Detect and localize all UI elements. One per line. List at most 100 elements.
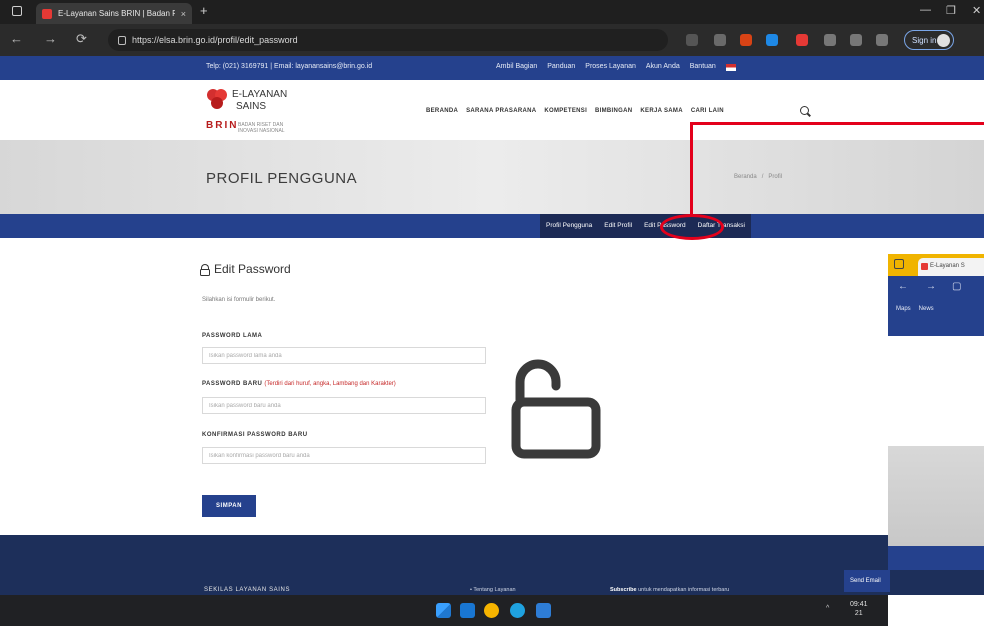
extension-red-icon[interactable] xyxy=(740,34,752,46)
close-window-icon[interactable]: ✕ xyxy=(972,4,981,17)
search-icon[interactable] xyxy=(800,106,809,115)
footer-subscribe-bold: Subscribe xyxy=(610,587,637,593)
tab-close-icon[interactable]: × xyxy=(181,9,186,19)
second-window-gray-band xyxy=(888,446,984,546)
extension-icon[interactable] xyxy=(686,34,698,46)
nav-item-sarana[interactable]: SARANA PRASARANA xyxy=(466,108,536,114)
breadcrumb-current: Profil xyxy=(768,174,783,180)
second-window-band xyxy=(888,318,984,336)
old-password-input[interactable] xyxy=(202,347,486,364)
info-link[interactable]: Bantuan xyxy=(690,63,716,71)
second-window-menu-icon[interactable] xyxy=(894,259,904,269)
main-nav: BERANDA SARANA PRASARANA KOMPETENSI BIMB… xyxy=(426,108,724,114)
new-password-input[interactable] xyxy=(202,397,486,414)
new-password-hint: (Terdiri dari huruf, angka, Lambang dan … xyxy=(264,381,396,387)
bookmark-news[interactable]: News xyxy=(919,300,934,318)
reload-icon[interactable]: ⟳ xyxy=(76,31,87,47)
brin-subtitle: BADAN RISET DAN INOVASI NASIONAL xyxy=(238,122,285,134)
tab-profil-pengguna[interactable]: Profil Pengguna xyxy=(540,214,598,238)
second-reload-icon[interactable]: ▢ xyxy=(952,281,961,292)
form-title-text: Edit Password xyxy=(214,262,291,276)
browser-tab-strip: E-Layanan Sains BRIN | Badan Ri... × + —… xyxy=(0,0,984,24)
extension-blue-icon[interactable] xyxy=(766,34,778,46)
info-link[interactable]: Panduan xyxy=(547,63,575,71)
confirm-password-input[interactable] xyxy=(202,447,486,464)
new-password-label: PASSWORD BARU (Terdiri dari huruf, angka,… xyxy=(202,381,396,387)
clock-time: 09:41 xyxy=(850,601,868,608)
language-flag-icon[interactable] xyxy=(725,64,736,71)
brin-logo-icon[interactable] xyxy=(206,88,228,110)
chrome-icon[interactable] xyxy=(484,603,499,618)
callout-highlight-oval xyxy=(660,214,724,240)
footer-subscribe-rest: untuk mendapatkan informasi terbaru xyxy=(636,587,730,593)
address-bar[interactable]: https://elsa.brin.go.id/profil/edit_pass… xyxy=(108,29,668,51)
new-tab-button[interactable]: + xyxy=(200,3,208,18)
split-screen-icon[interactable] xyxy=(824,34,836,46)
form-title: Edit Password xyxy=(200,262,291,276)
store-icon[interactable] xyxy=(536,603,551,618)
extension-brin-icon[interactable] xyxy=(796,34,808,46)
breadcrumb-sep: / xyxy=(761,174,764,180)
forward-icon[interactable]: → xyxy=(44,31,57,46)
windows-taskbar: ^ 09:41 21 xyxy=(0,595,984,626)
bookmark-maps[interactable]: Maps xyxy=(896,300,911,318)
second-window-blue-band xyxy=(888,546,984,570)
tab-title: E-Layanan Sains BRIN | Badan Ri... xyxy=(58,9,175,18)
taskbar-clock[interactable]: 09:41 21 xyxy=(850,600,868,618)
tab-edit-profil[interactable]: Edit Profil xyxy=(598,214,638,238)
form-description: Silahkan isi formulir berikut. xyxy=(202,297,276,303)
second-back-icon[interactable]: ← xyxy=(898,281,908,292)
edge-icon[interactable] xyxy=(510,603,525,618)
screenshot-root: E-Layanan Sains BRIN | Badan Ri... × + —… xyxy=(0,0,984,626)
tray-chevron-icon[interactable]: ^ xyxy=(826,605,829,612)
nav-item-kompetensi[interactable]: KOMPETENSI xyxy=(544,108,587,114)
secure-lock-icon xyxy=(118,35,126,45)
start-icon[interactable] xyxy=(436,603,451,618)
favorites-icon[interactable] xyxy=(850,34,862,46)
nav-item-beranda[interactable]: BERANDA xyxy=(426,108,458,114)
restore-icon[interactable]: ❐ xyxy=(946,4,956,17)
collections-icon[interactable] xyxy=(876,34,888,46)
back-icon[interactable]: ← xyxy=(10,31,23,46)
favicon-icon xyxy=(42,8,52,19)
clock-date: 21 xyxy=(854,610,863,617)
lock-icon xyxy=(200,263,210,276)
second-window-footer xyxy=(888,570,984,595)
callout-line-vertical xyxy=(690,124,693,215)
url-text: https://elsa.brin.go.id/profil/edit_pass… xyxy=(132,35,298,45)
browser-tab-active[interactable]: E-Layanan Sains BRIN | Badan Ri... × xyxy=(36,3,192,24)
second-window-bookmarks: Maps News xyxy=(888,300,984,318)
breadcrumb-home[interactable]: Beranda xyxy=(734,174,757,180)
save-button[interactable]: SIMPAN xyxy=(202,495,256,517)
profile-avatar-icon xyxy=(937,34,950,47)
sign-in-label: Sign in xyxy=(912,35,937,45)
breadcrumb: Beranda / Profil xyxy=(734,174,782,180)
send-email-button[interactable]: Send Email xyxy=(844,570,890,592)
nav-item-kerja-sama[interactable]: KERJA SAMA xyxy=(640,108,682,114)
brin-wordmark: BRIN xyxy=(206,120,239,131)
info-link[interactable]: Akun Anda xyxy=(646,63,680,71)
nav-item-cari-lain[interactable]: CARI LAIN xyxy=(691,108,724,114)
second-window-tab-strip: E-Layanan S xyxy=(888,254,984,276)
old-password-label: PASSWORD LAMA xyxy=(202,333,263,339)
minimize-icon[interactable]: — xyxy=(920,4,931,16)
info-link[interactable]: Proses Layanan xyxy=(585,63,636,71)
second-browser-window: E-Layanan S ← → ▢ Maps News xyxy=(888,254,984,626)
second-window-tab[interactable]: E-Layanan S xyxy=(918,258,984,276)
info-link[interactable]: Ambil Bagian xyxy=(496,63,537,71)
window-menu-icon[interactable] xyxy=(12,6,22,16)
nav-item-bimbingan[interactable]: BIMBINGAN xyxy=(595,108,632,114)
file-explorer-icon[interactable] xyxy=(460,603,475,618)
sign-in-button[interactable]: Sign in xyxy=(904,30,954,50)
contact-info: Telp: (021) 3169791 | Email: layanansain… xyxy=(206,63,373,70)
footer-link[interactable]: • Tentang Layanan xyxy=(470,587,516,593)
page-title-band: PROFIL PENGGUNA Beranda / Profil xyxy=(0,140,984,214)
footer-subscribe-text: Subscribe untuk mendapatkan informasi te… xyxy=(610,587,729,593)
second-forward-icon[interactable]: → xyxy=(926,281,936,292)
translate-icon[interactable] xyxy=(714,34,726,46)
footer-heading: SEKILAS LAYANAN SAINS xyxy=(204,587,291,593)
site-header: E-LAYANAN SAINS BRIN BADAN RISET DAN INO… xyxy=(0,80,984,140)
site-info-bar: Telp: (021) 3169791 | Email: layanansain… xyxy=(0,56,984,80)
site-footer: SEKILAS LAYANAN SAINS • Tentang Layanan … xyxy=(0,535,984,595)
info-links: Ambil Bagian Panduan Proses Layanan Akun… xyxy=(496,63,736,71)
